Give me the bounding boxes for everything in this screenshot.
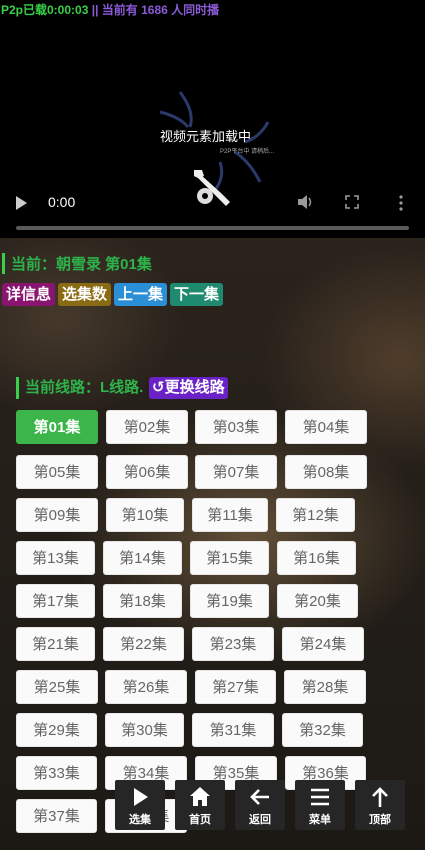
switch-line-button[interactable]: ↺更换线路	[149, 377, 228, 399]
play-icon	[134, 788, 148, 806]
now-playing-title: 当前：朝雪录 第01集	[2, 253, 152, 274]
episode-button[interactable]: 第02集	[106, 410, 188, 444]
back-arrow-icon	[250, 789, 269, 805]
episode-button[interactable]: 第21集	[16, 627, 95, 661]
more-options-icon[interactable]	[398, 195, 404, 211]
episode-button[interactable]: 第17集	[16, 584, 95, 618]
episode-button[interactable]: 第28集	[284, 670, 366, 704]
episode-button[interactable]: 第19集	[190, 584, 269, 618]
episode-button[interactable]: 第30集	[105, 713, 184, 747]
details-button[interactable]: 详信息	[2, 283, 56, 306]
viewer-count-text: 当前有 1686 人同时播	[101, 3, 220, 17]
video-loading-text: 视频元素加载中	[160, 129, 252, 144]
fullscreen-icon[interactable]	[345, 195, 359, 209]
current-time: 0:00	[48, 194, 76, 210]
nav-back-label: 返回	[249, 814, 271, 826]
video-loading-subtext: P2P平台中 请稍后...	[220, 149, 275, 155]
episode-select-button[interactable]: 选集数	[58, 283, 112, 306]
video-controls: 0:00	[0, 186, 425, 220]
volume-icon[interactable]	[297, 194, 315, 210]
home-icon	[190, 787, 210, 806]
episode-button-active[interactable]: 第01集	[16, 410, 98, 444]
episode-button[interactable]: 第08集	[285, 455, 367, 489]
nav-home-button[interactable]: 首页	[175, 780, 225, 830]
current-line-label: 当前线路：L线路.	[16, 377, 143, 399]
episode-button[interactable]: 第26集	[105, 670, 187, 704]
play-icon[interactable]	[16, 196, 27, 210]
episode-button[interactable]: 第12集	[276, 498, 355, 532]
episode-button[interactable]: 第15集	[190, 541, 269, 575]
nav-home-label: 首页	[189, 814, 211, 826]
nav-back-button[interactable]: 返回	[235, 780, 285, 830]
episode-button[interactable]: 第04集	[285, 410, 367, 444]
episode-button[interactable]: 第18集	[103, 584, 182, 618]
episode-button[interactable]: 第20集	[277, 584, 358, 618]
episode-button[interactable]: 第11集	[192, 498, 268, 532]
nav-episodes-label: 选集	[129, 814, 151, 826]
episode-button[interactable]: 第29集	[16, 713, 97, 747]
episode-button[interactable]: 第13集	[16, 541, 95, 575]
nav-top-button[interactable]: 顶部	[355, 780, 405, 830]
episode-button[interactable]: 第31集	[192, 713, 274, 747]
episode-button[interactable]: 第37集	[16, 799, 97, 833]
episode-button[interactable]: 第10集	[106, 498, 184, 532]
up-arrow-icon	[372, 787, 388, 807]
nav-menu-label: 菜单	[309, 814, 331, 826]
episode-button[interactable]: 第07集	[195, 455, 277, 489]
previous-episode-button[interactable]: 上一集	[114, 283, 168, 306]
episode-button[interactable]: 第22集	[103, 627, 184, 661]
p2p-status-bar: P2p已载0:00:03 || 当前有 1686 人同时播	[1, 1, 219, 18]
episode-button[interactable]: 第03集	[195, 410, 277, 444]
episode-button[interactable]: 第09集	[16, 498, 98, 532]
episode-button[interactable]: 第05集	[16, 455, 98, 489]
episode-button[interactable]: 第32集	[282, 713, 363, 747]
action-buttons: 详信息 选集数 上一集 下一集	[2, 283, 224, 306]
episode-button[interactable]: 第14集	[103, 541, 182, 575]
p2p-separator: ||	[88, 3, 102, 17]
episode-button[interactable]: 第27集	[195, 670, 276, 704]
episode-button[interactable]: 第33集	[16, 756, 97, 790]
next-episode-button[interactable]: 下一集	[170, 283, 224, 306]
progress-bar[interactable]	[16, 226, 409, 230]
episode-button[interactable]: 第23集	[192, 627, 274, 661]
p2p-loaded-text: P2p已载0:00:03	[1, 3, 89, 17]
episode-button[interactable]: 第25集	[16, 670, 98, 704]
nav-episodes-button[interactable]: 选集	[115, 780, 165, 830]
menu-icon	[311, 788, 329, 806]
episode-button[interactable]: 第24集	[282, 627, 364, 661]
episode-button[interactable]: 第06集	[106, 455, 188, 489]
nav-top-label: 顶部	[369, 814, 391, 826]
nav-menu-button[interactable]: 菜单	[295, 780, 345, 830]
episode-button[interactable]: 第16集	[277, 541, 356, 575]
video-player[interactable]: P2p已载0:00:03 || 当前有 1686 人同时播 视频元素加载中 P2…	[0, 0, 425, 238]
